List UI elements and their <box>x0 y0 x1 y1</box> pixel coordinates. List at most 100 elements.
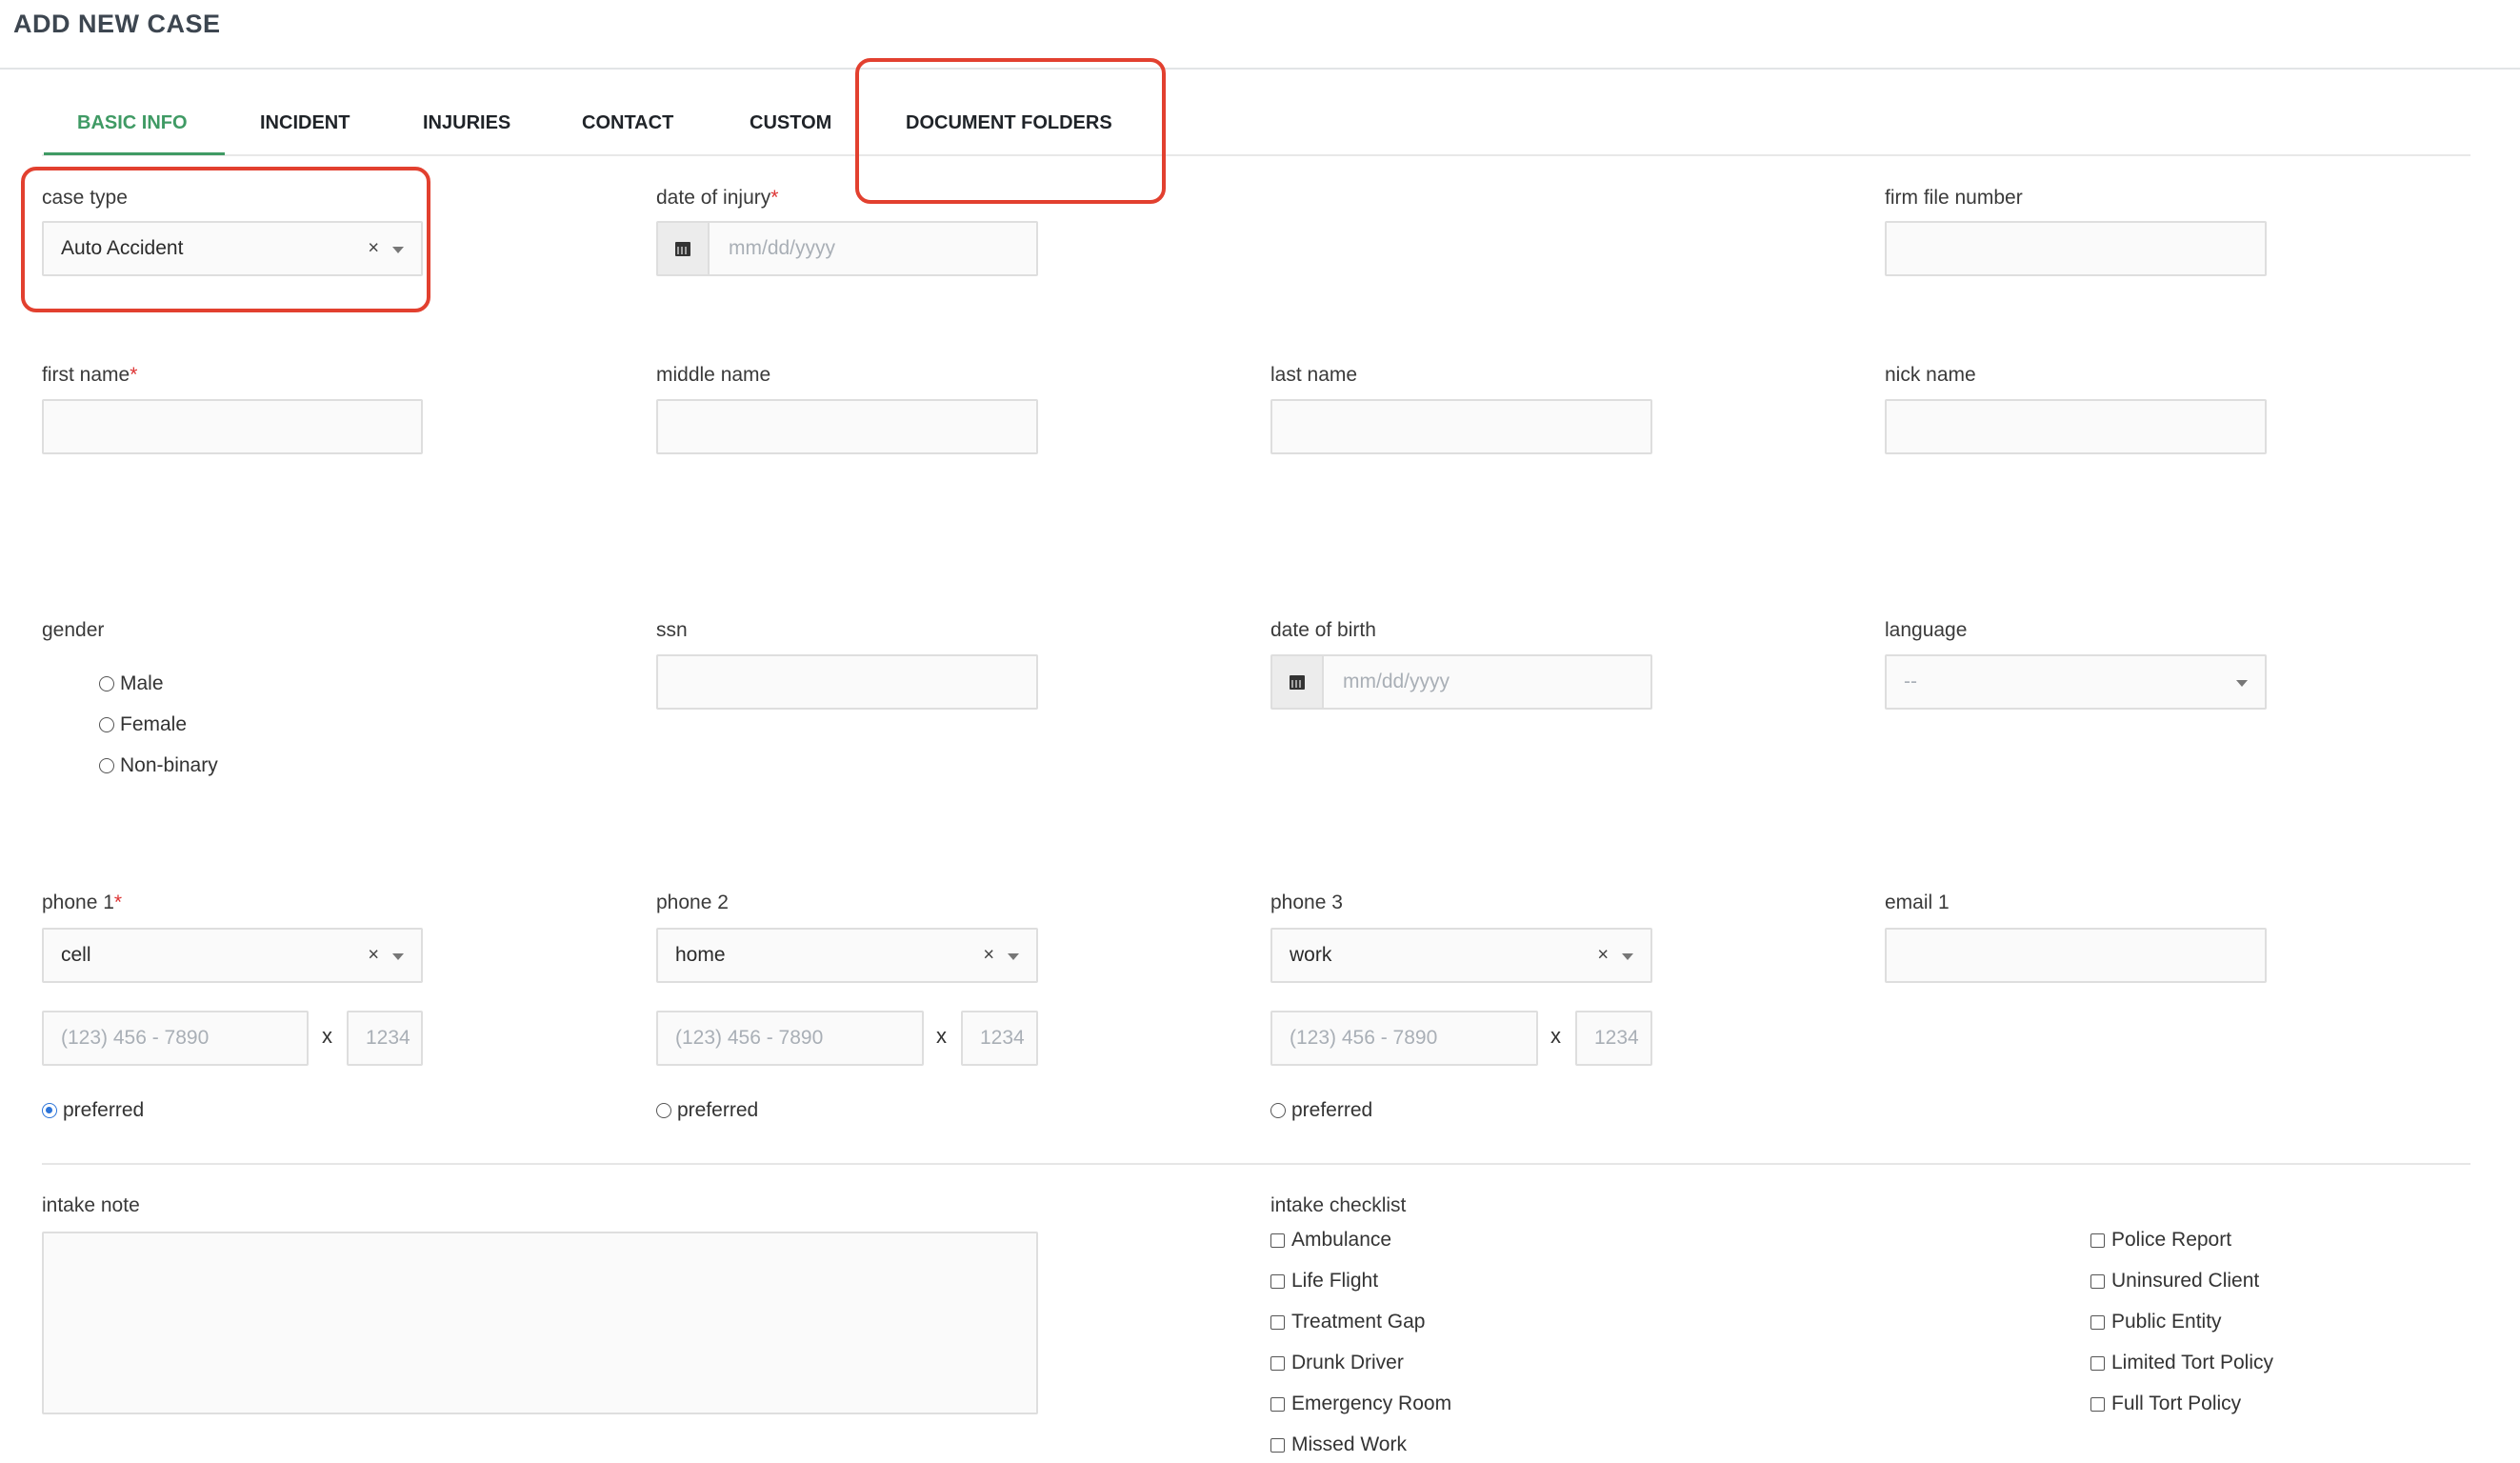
last-name-label: last name <box>1270 364 1358 386</box>
checkbox[interactable] <box>1270 1233 1285 1248</box>
calendar-button[interactable] <box>1272 656 1324 708</box>
nick-name-input[interactable] <box>1885 399 2267 454</box>
checklist-item-missed-work[interactable]: Missed Work <box>1270 1433 1407 1456</box>
phone-1-ext-input[interactable]: 1234 <box>347 1011 423 1066</box>
last-name-input[interactable] <box>1270 399 1652 454</box>
checkbox[interactable] <box>2090 1396 2105 1412</box>
preferred-radio[interactable] <box>1270 1103 1286 1119</box>
checkbox[interactable] <box>1270 1437 1285 1453</box>
phone-2-ext-input[interactable]: 1234 <box>961 1011 1038 1066</box>
middle-name-label: middle name <box>656 364 771 386</box>
clear-icon[interactable]: × <box>368 945 379 967</box>
page-title: ADD NEW CASE <box>13 10 221 38</box>
intake-note-textarea[interactable] <box>42 1232 1038 1414</box>
phone-2-number-placeholder: (123) 456 - 7890 <box>675 1027 824 1049</box>
checklist-item-drunk-driver[interactable]: Drunk Driver <box>1270 1352 1404 1374</box>
checkbox[interactable] <box>2090 1273 2105 1289</box>
phone-1-ext-separator: x <box>322 1024 332 1048</box>
preferred-radio[interactable] <box>42 1103 57 1119</box>
checklist-item-ambulance[interactable]: Ambulance <box>1270 1229 1391 1252</box>
ssn-input[interactable] <box>656 654 1038 710</box>
intake-note-label: intake note <box>42 1194 140 1216</box>
clear-icon[interactable]: × <box>1597 945 1609 967</box>
tab-injuries[interactable]: INJURIES <box>423 112 510 134</box>
intake-checklist-label: intake checklist <box>1270 1194 1407 1216</box>
date-of-birth-placeholder: mm/dd/yyyy <box>1343 671 1450 692</box>
phone-3-type-select[interactable]: work × <box>1270 928 1652 983</box>
phone-1-label: phone 1* <box>42 892 123 913</box>
email-1-label: email 1 <box>1885 892 1950 913</box>
chevron-down-icon <box>1008 953 1019 960</box>
date-of-injury-placeholder: mm/dd/yyyy <box>729 237 836 259</box>
checklist-item-treatment-gap[interactable]: Treatment Gap <box>1270 1311 1425 1333</box>
checklist-item-police-report[interactable]: Police Report <box>2090 1229 2231 1252</box>
first-name-input[interactable] <box>42 399 423 454</box>
phone-1-type-value: cell <box>61 944 91 966</box>
checkbox[interactable] <box>2090 1233 2105 1248</box>
section-divider <box>42 1163 2470 1165</box>
phone-3-preferred[interactable]: preferred <box>1270 1099 1372 1122</box>
checklist-item-life-flight[interactable]: Life Flight <box>1270 1270 1378 1293</box>
phone-2-preferred[interactable]: preferred <box>656 1099 758 1122</box>
tab-incident[interactable]: INCIDENT <box>260 112 350 134</box>
gender-label: gender <box>42 619 105 641</box>
chevron-down-icon <box>392 953 404 960</box>
gender-option-non-binary[interactable]: Non-binary <box>99 754 218 777</box>
middle-name-input[interactable] <box>656 399 1038 454</box>
phone-2-ext-placeholder: 1234 <box>980 1027 1025 1049</box>
phone-2-type-select[interactable]: home × <box>656 928 1038 983</box>
phone-1-number-placeholder: (123) 456 - 7890 <box>61 1027 210 1049</box>
chevron-down-icon <box>1622 953 1633 960</box>
radio-female[interactable] <box>99 717 114 733</box>
checkbox[interactable] <box>1270 1314 1285 1330</box>
checkbox[interactable] <box>1270 1273 1285 1289</box>
header-divider <box>0 68 2520 70</box>
tab-contact[interactable]: CONTACT <box>582 112 673 134</box>
phone-2-label: phone 2 <box>656 892 729 913</box>
checkbox[interactable] <box>1270 1396 1285 1412</box>
checklist-item-public-entity[interactable]: Public Entity <box>2090 1311 2222 1333</box>
language-value: -- <box>1904 671 1917 692</box>
tabs-divider <box>42 154 2470 156</box>
checklist-item-uninsured-client[interactable]: Uninsured Client <box>2090 1270 2259 1293</box>
radio-non-binary[interactable] <box>99 758 114 774</box>
preferred-radio[interactable] <box>656 1103 671 1119</box>
phone-2-ext-separator: x <box>936 1024 947 1048</box>
language-label: language <box>1885 619 1968 641</box>
gender-option-female[interactable]: Female <box>99 713 187 736</box>
date-of-birth-label: date of birth <box>1270 619 1376 641</box>
checklist-item-limited-tort-policy[interactable]: Limited Tort Policy <box>2090 1352 2273 1374</box>
language-select[interactable]: -- <box>1885 654 2267 710</box>
gender-option-male[interactable]: Male <box>99 672 164 695</box>
checkbox[interactable] <box>1270 1355 1285 1371</box>
checklist-item-full-tort-policy[interactable]: Full Tort Policy <box>2090 1393 2241 1415</box>
phone-2-type-value: home <box>675 944 726 966</box>
phone-3-number-placeholder: (123) 456 - 7890 <box>1290 1027 1438 1049</box>
calendar-icon <box>1290 674 1305 690</box>
date-of-birth-field[interactable]: mm/dd/yyyy <box>1270 654 1652 710</box>
highlight-document-folders-tab <box>855 58 1166 204</box>
phone-1-type-select[interactable]: cell × <box>42 928 423 983</box>
highlight-case-type <box>21 167 430 312</box>
firm-file-number-label: firm file number <box>1885 187 2023 209</box>
checkbox[interactable] <box>2090 1314 2105 1330</box>
date-of-injury-field[interactable]: mm/dd/yyyy <box>656 221 1038 276</box>
phone-1-preferred[interactable]: preferred <box>42 1099 144 1122</box>
tab-basic-info[interactable]: BASIC INFO <box>77 112 188 134</box>
active-tab-indicator <box>44 152 225 155</box>
phone-1-number-input[interactable]: (123) 456 - 7890 <box>42 1011 309 1066</box>
radio-male[interactable] <box>99 676 114 692</box>
phone-3-ext-input[interactable]: 1234 <box>1575 1011 1652 1066</box>
email-1-input[interactable] <box>1885 928 2267 983</box>
checkbox[interactable] <box>2090 1355 2105 1371</box>
phone-2-number-input[interactable]: (123) 456 - 7890 <box>656 1011 924 1066</box>
ssn-label: ssn <box>656 619 688 641</box>
firm-file-number-input[interactable] <box>1885 221 2267 276</box>
phone-3-label: phone 3 <box>1270 892 1343 913</box>
phone-3-number-input[interactable]: (123) 456 - 7890 <box>1270 1011 1538 1066</box>
calendar-icon <box>675 241 690 256</box>
tab-custom[interactable]: CUSTOM <box>750 112 831 134</box>
calendar-button[interactable] <box>658 223 710 274</box>
checklist-item-emergency-room[interactable]: Emergency Room <box>1270 1393 1451 1415</box>
clear-icon[interactable]: × <box>983 945 994 967</box>
